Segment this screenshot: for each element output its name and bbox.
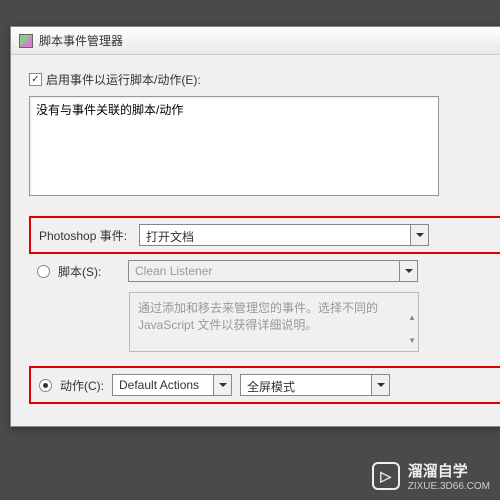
photoshop-event-label: Photoshop 事件: <box>39 227 131 244</box>
chevron-down-icon <box>371 375 389 395</box>
action-selection-group: 动作(C): Default Actions 全屏模式 <box>29 366 500 404</box>
listbox-empty-text: 没有与事件关联的脚本/动作 <box>36 103 183 117</box>
script-row: 脚本(S): Clean Listener <box>37 260 500 282</box>
scroll-down-icon: ▼ <box>408 336 416 345</box>
watermark: ▷ 溜溜自学 ZIXUE.3D66.COM <box>372 460 490 492</box>
script-dropdown: Clean Listener <box>128 260 418 282</box>
photoshop-event-dropdown[interactable]: 打开文档 <box>139 224 429 246</box>
photoshop-event-value: 打开文档 <box>140 225 410 245</box>
action-label: 动作(C): <box>60 377 104 394</box>
chevron-down-icon <box>399 261 417 281</box>
dialog-window: 脚本事件管理器 ✓ 启用事件以运行脚本/动作(E): 没有与事件关联的脚本/动作… <box>10 26 500 427</box>
scroll-up-icon: ▲ <box>408 313 416 322</box>
action-name-dropdown[interactable]: 全屏模式 <box>240 374 390 396</box>
events-listbox[interactable]: 没有与事件关联的脚本/动作 <box>29 96 439 196</box>
script-label: 脚本(S): <box>58 263 120 280</box>
watermark-text: 溜溜自学 ZIXUE.3D66.COM <box>408 460 490 492</box>
description-text: 通过添加和移去来管理您的事件。选择不同的 JavaScript 文件以获得详细说… <box>138 301 378 332</box>
app-icon <box>19 34 33 48</box>
enable-events-checkbox[interactable]: ✓ <box>29 73 42 86</box>
event-selection-group: Photoshop 事件: 打开文档 <box>29 216 500 254</box>
action-set-value: Default Actions <box>113 375 213 395</box>
window-title: 脚本事件管理器 <box>39 32 123 49</box>
enable-events-row: ✓ 启用事件以运行脚本/动作(E): <box>29 71 500 88</box>
play-icon: ▷ <box>372 462 400 490</box>
action-name-value: 全屏模式 <box>241 375 371 395</box>
titlebar[interactable]: 脚本事件管理器 <box>11 27 500 55</box>
chevron-down-icon <box>410 225 428 245</box>
photoshop-event-row: Photoshop 事件: 打开文档 <box>39 224 500 246</box>
description-scrollbar[interactable]: ▲ ▼ <box>408 313 416 345</box>
action-set-dropdown[interactable]: Default Actions <box>112 374 232 396</box>
watermark-sub: ZIXUE.3D66.COM <box>408 481 490 492</box>
enable-events-label: 启用事件以运行脚本/动作(E): <box>46 71 201 88</box>
script-value: Clean Listener <box>129 261 399 281</box>
description-box: 通过添加和移去来管理您的事件。选择不同的 JavaScript 文件以获得详细说… <box>129 292 419 352</box>
watermark-main: 溜溜自学 <box>408 460 490 481</box>
chevron-down-icon <box>213 375 231 395</box>
action-row: 动作(C): Default Actions 全屏模式 <box>39 374 500 396</box>
action-radio[interactable] <box>39 379 52 392</box>
dialog-content: ✓ 启用事件以运行脚本/动作(E): 没有与事件关联的脚本/动作 Photosh… <box>11 55 500 426</box>
script-radio[interactable] <box>37 265 50 278</box>
